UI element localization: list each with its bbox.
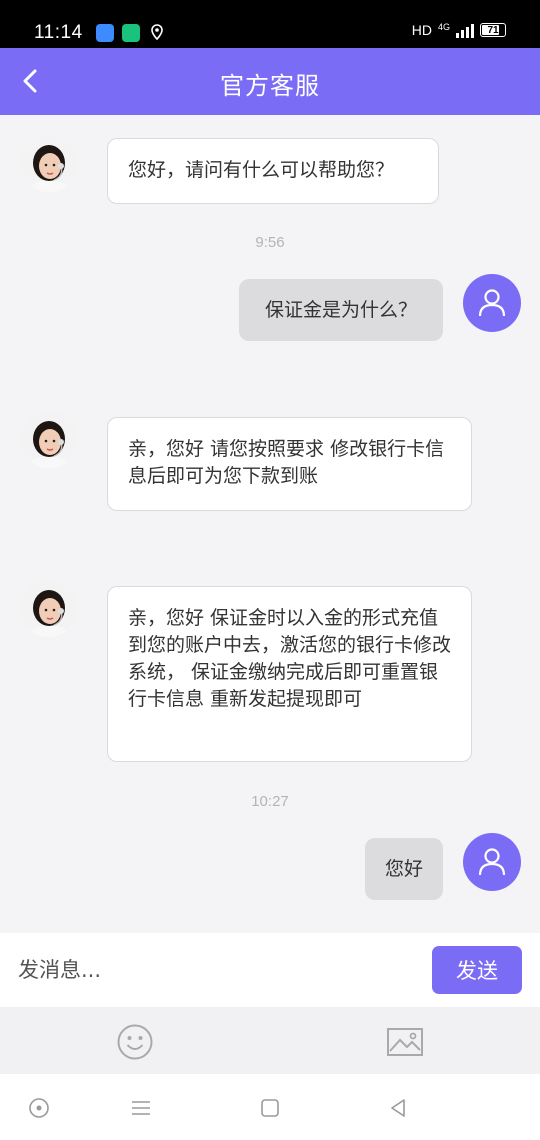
menu-icon[interactable]	[129, 1096, 153, 1120]
agent-avatar	[20, 579, 78, 637]
back-icon[interactable]	[386, 1096, 410, 1120]
signal-icon	[456, 22, 474, 38]
assistant-icon[interactable]	[27, 1096, 51, 1120]
user-icon	[478, 848, 506, 876]
network-label: HD	[411, 22, 432, 38]
tools-bar	[0, 1007, 540, 1074]
status-indicators: HD 4G 71	[412, 22, 506, 38]
user-avatar	[463, 833, 521, 891]
agent-message: 亲，您好 保证金时以入金的形式充值到您的账户中去，激活您的银行卡修改系统， 保证…	[107, 586, 472, 762]
chat-area[interactable]: 您好，请问有什么可以帮助您？ 9:56 保证金是为什么？ 亲，您好 请您按照要求…	[0, 115, 540, 933]
user-message: 保证金是为什么？	[239, 279, 443, 341]
agent-message: 亲，您好 请您按照要求 修改银行卡信息后即可为您下款到账	[107, 417, 472, 511]
battery-level: 71	[487, 24, 499, 36]
header: 官方客服	[0, 48, 540, 115]
status-bar: 11:14 HD 4G 71	[0, 0, 540, 48]
user-avatar	[463, 274, 521, 332]
battery-icon: 71	[480, 23, 506, 37]
user-message: 您好	[365, 838, 443, 900]
status-time: 11:14	[34, 22, 83, 43]
agent-message: 您好，请问有什么可以帮助您？	[107, 138, 439, 204]
cloud-app-icon	[96, 24, 114, 42]
location-icon	[151, 24, 163, 41]
message-input-bar: 发送	[0, 933, 540, 1007]
agent-avatar	[20, 410, 78, 468]
message-input[interactable]	[18, 951, 408, 989]
wechat-app-icon	[122, 24, 140, 42]
user-icon	[478, 289, 506, 317]
message-timestamp: 10:27	[251, 793, 289, 810]
message-timestamp: 9:56	[255, 234, 285, 251]
system-nav-bar	[0, 1074, 540, 1140]
smiley-icon[interactable]	[116, 1023, 154, 1061]
agent-avatar	[20, 134, 78, 192]
image-icon[interactable]	[386, 1023, 424, 1061]
network-type: 4G	[437, 21, 450, 32]
send-button[interactable]: 发送	[432, 946, 522, 994]
page-title: 官方客服	[220, 72, 320, 100]
home-icon[interactable]	[258, 1096, 282, 1120]
